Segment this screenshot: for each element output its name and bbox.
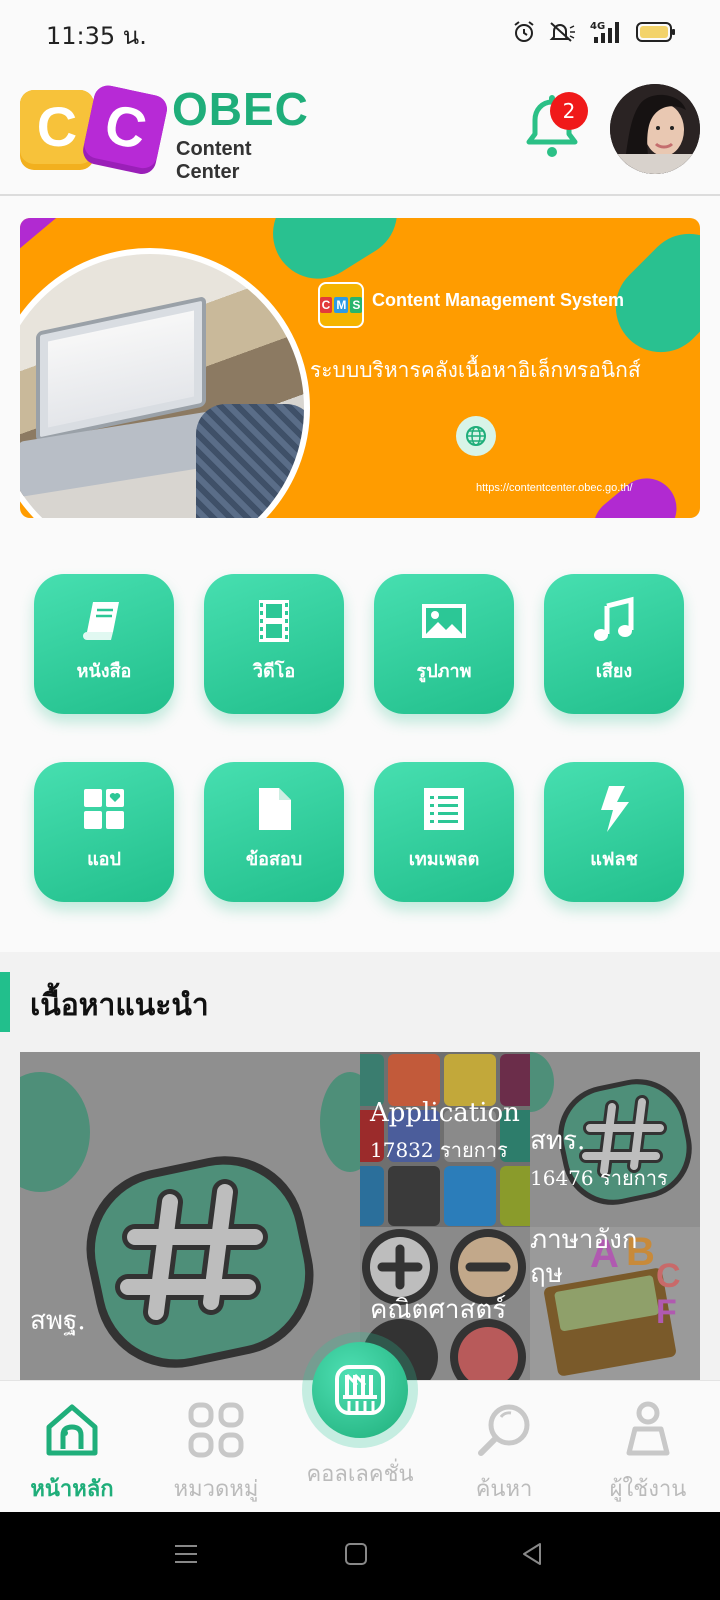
obec-logo[interactable]: C C OBEC Content Center bbox=[20, 82, 320, 183]
banner-decor bbox=[20, 218, 58, 250]
nav-label: หมวดหมู่ bbox=[173, 1477, 259, 1502]
system-nav-bar bbox=[0, 1512, 720, 1600]
collection-fab[interactable] bbox=[312, 1342, 408, 1438]
nav-search[interactable]: ค้นหา bbox=[432, 1381, 576, 1513]
apps-icon bbox=[84, 788, 124, 829]
menu-icon[interactable] bbox=[172, 1540, 200, 1568]
search-icon bbox=[478, 1404, 530, 1456]
signal-icon: 4G bbox=[590, 21, 619, 43]
category-book[interactable]: หนังสือ bbox=[34, 574, 174, 714]
category-label: ข้อสอบ bbox=[245, 848, 303, 870]
category-image[interactable]: รูปภาพ bbox=[374, 574, 514, 714]
book-icon bbox=[83, 601, 119, 640]
card-name: ภาษาอังกฤษ bbox=[530, 1227, 638, 1289]
logo-word: OBEC bbox=[172, 83, 309, 135]
sleeve-image bbox=[196, 404, 304, 518]
mute-icon bbox=[549, 22, 575, 42]
rec-card-english[interactable]: A B C F ภาษาอังกฤษ bbox=[530, 1227, 700, 1382]
category-label: เทมเพลต bbox=[408, 848, 480, 870]
nav-label: คอลเลคชั่น bbox=[306, 1462, 414, 1487]
svg-text:F: F bbox=[656, 1293, 677, 1331]
battery-icon bbox=[636, 22, 675, 42]
avatar[interactable] bbox=[610, 84, 700, 174]
app-header: C C OBEC Content Center 2 bbox=[0, 64, 720, 196]
card-name: Application bbox=[370, 1098, 520, 1128]
notification-badge: 2 bbox=[550, 92, 588, 130]
rec-card-ipst[interactable]: สทร. 16476 รายการ bbox=[530, 1052, 700, 1227]
document-icon bbox=[259, 787, 291, 830]
card-count: 17832 รายการ bbox=[370, 1138, 508, 1162]
home-button-icon[interactable] bbox=[342, 1540, 370, 1568]
logo-subtitle: Content Center bbox=[176, 138, 252, 183]
category-label: เสียง bbox=[595, 660, 633, 682]
category-label: แอป bbox=[87, 848, 121, 870]
category-app[interactable]: แอป bbox=[34, 762, 174, 902]
category-icon bbox=[188, 1402, 244, 1458]
status-icons: 4G bbox=[512, 16, 676, 48]
svg-text:C: C bbox=[37, 95, 77, 158]
user-icon bbox=[626, 1401, 670, 1456]
cc-logo-icon: C C bbox=[20, 85, 167, 175]
card-name: สพฐ. bbox=[30, 1306, 86, 1336]
nav-categories[interactable]: หมวดหมู่ bbox=[144, 1381, 288, 1513]
list-icon bbox=[424, 787, 464, 830]
promo-banner[interactable]: CMS Content Management System ระบบบริหาร… bbox=[20, 218, 700, 518]
category-exam[interactable]: ข้อสอบ bbox=[204, 762, 344, 902]
home-icon bbox=[46, 1404, 98, 1456]
rec-card-obec[interactable]: สพฐ. bbox=[20, 1052, 360, 1382]
globe-icon bbox=[456, 416, 496, 456]
nav-home[interactable]: หน้าหลัก bbox=[0, 1381, 144, 1513]
card-text: Application 17832 รายการ bbox=[370, 1096, 530, 1166]
nav-label: ค้นหา bbox=[475, 1477, 533, 1502]
category-label: แฟลช bbox=[590, 848, 638, 870]
card-text: ภาษาอังกฤษ bbox=[530, 1227, 700, 1291]
card-name: คณิตศาสตร์ bbox=[370, 1295, 507, 1325]
banner-photo bbox=[20, 248, 310, 518]
music-icon bbox=[594, 596, 634, 641]
banner-subtitle: ระบบบริหารคลังเนื้อหาอิเล็กทรอนิกส์ bbox=[310, 358, 641, 382]
nav-profile[interactable]: ผู้ใช้งาน bbox=[576, 1381, 720, 1513]
category-template[interactable]: เทมเพลต bbox=[374, 762, 514, 902]
category-flash[interactable]: แฟลช bbox=[544, 762, 684, 902]
rec-card-application[interactable]: Application 17832 รายการ bbox=[360, 1052, 530, 1227]
alarm-icon bbox=[514, 21, 534, 42]
avatar-image bbox=[610, 84, 700, 174]
nav-label: ผู้ใช้งาน bbox=[609, 1477, 687, 1502]
section-title: เนื้อหาแนะนำ bbox=[30, 988, 209, 1023]
card-text: สพฐ. bbox=[30, 1304, 86, 1338]
cms-badge: CMS bbox=[318, 282, 364, 328]
category-label: รูปภาพ bbox=[416, 660, 472, 682]
collection-icon bbox=[335, 1365, 385, 1415]
section-accent-bar bbox=[0, 972, 10, 1032]
card-text: สทร. 16476 รายการ bbox=[530, 1124, 668, 1194]
status-bar: 11:35 น. 4G bbox=[0, 0, 720, 64]
category-video[interactable]: วิดีโอ bbox=[204, 574, 344, 714]
back-icon[interactable] bbox=[518, 1540, 546, 1568]
nav-label: หน้าหลัก bbox=[30, 1477, 114, 1502]
banner-title: Content Management System bbox=[372, 290, 625, 310]
svg-text:4G: 4G bbox=[590, 21, 605, 32]
card-text: คณิตศาสตร์ bbox=[370, 1293, 506, 1327]
category-label: หนังสือ bbox=[76, 660, 132, 682]
status-time: 11:35 น. bbox=[46, 22, 147, 50]
category-audio[interactable]: เสียง bbox=[544, 574, 684, 714]
card-count: 16476 รายการ bbox=[530, 1166, 668, 1190]
category-label: วิดีโอ bbox=[252, 660, 296, 682]
flash-icon bbox=[601, 785, 629, 832]
image-icon bbox=[422, 603, 466, 638]
film-icon bbox=[259, 599, 289, 642]
card-name: สทร. bbox=[530, 1126, 586, 1156]
banner-url: https://contentcenter.obec.go.th/ bbox=[476, 482, 633, 494]
